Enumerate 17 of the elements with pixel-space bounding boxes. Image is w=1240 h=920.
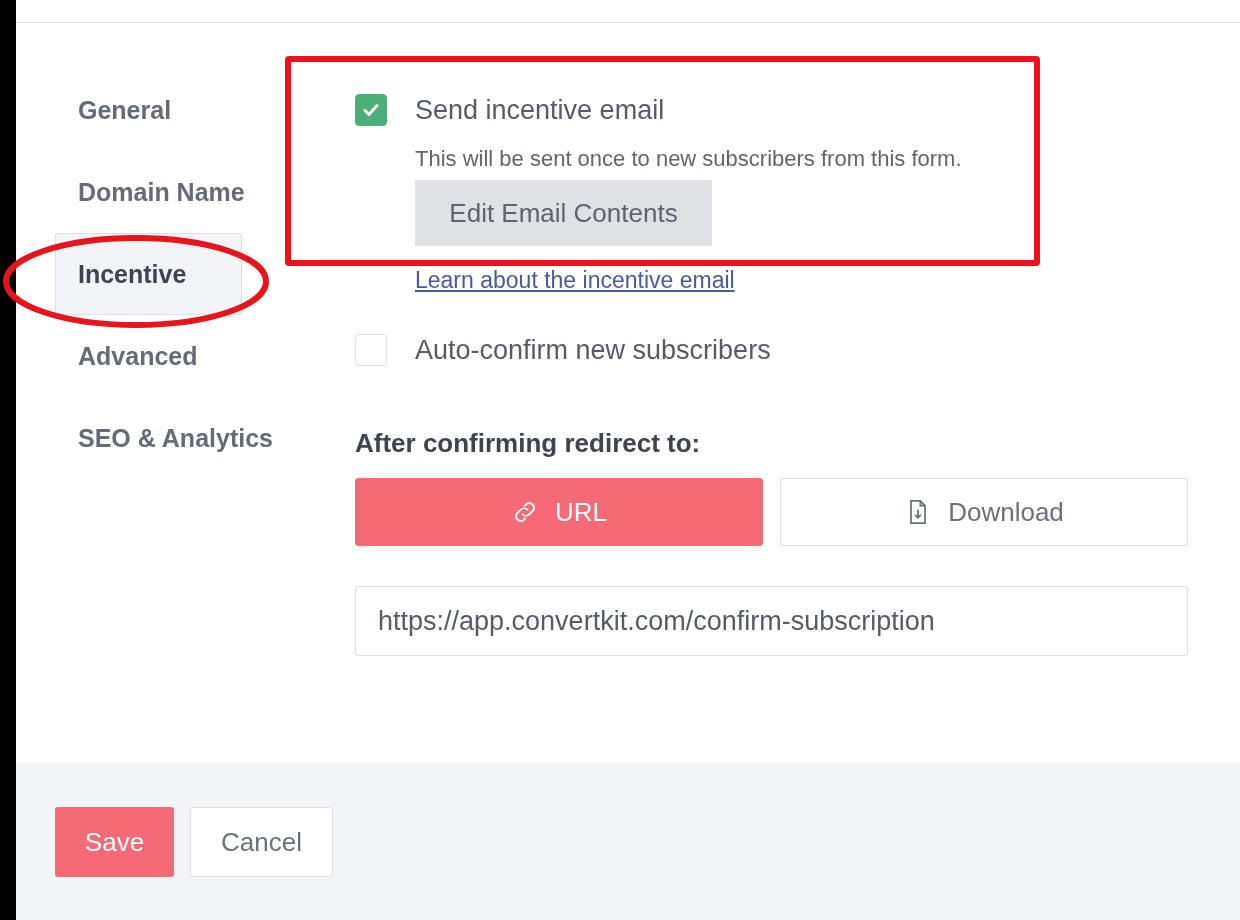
- url-field[interactable]: https://app.convertkit.com/confirm-subscription: [355, 586, 1188, 656]
- checkbox-label: Auto-confirm new subscribers: [415, 334, 771, 366]
- nav-item[interactable]: Domain Name: [55, 151, 258, 233]
- nav-item[interactable]: Advanced: [55, 315, 242, 397]
- description-text: This will be sent once to new subscribers from this form.: [415, 146, 963, 172]
- checkbox[interactable]: [355, 94, 387, 126]
- save-button[interactable]: Save: [55, 807, 174, 877]
- nav-item[interactable]: SEO & Analytics: [55, 397, 286, 479]
- redirect-option[interactable]: URL: [355, 478, 763, 546]
- checkbox-label: Send incentive email: [415, 94, 665, 126]
- cancel-button[interactable]: Cancel: [190, 807, 333, 877]
- edit-email-button[interactable]: Edit Email Contents: [415, 180, 712, 246]
- nav-item[interactable]: General: [55, 69, 242, 151]
- redirect-option[interactable]: Download: [780, 478, 1188, 546]
- learn-link[interactable]: Learn about the incentive email: [415, 267, 735, 294]
- nav-item[interactable]: Incentive: [55, 233, 242, 315]
- section-heading: After confirming redirect to:: [355, 428, 702, 458]
